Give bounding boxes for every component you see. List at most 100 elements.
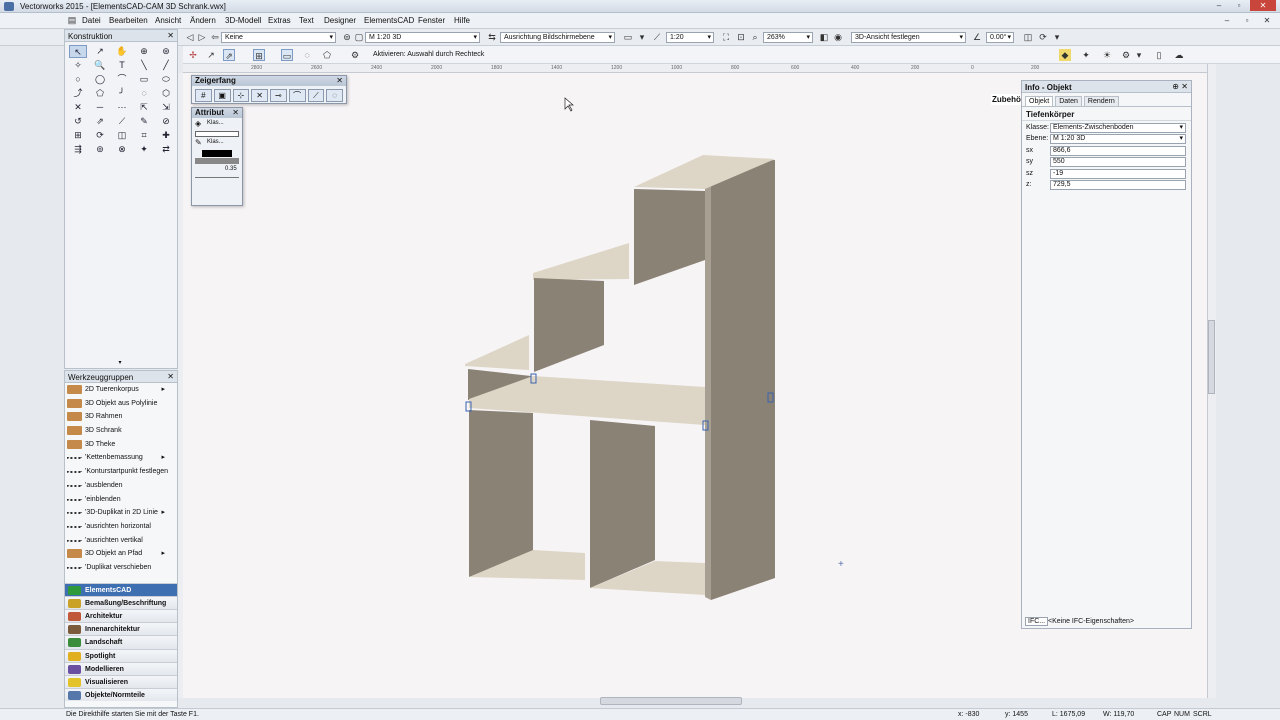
construction-tool-icon[interactable]: ↗ [91,45,109,58]
construction-tool-icon[interactable]: ↖ [69,45,87,58]
maximize-button[interactable]: ▫ [1230,0,1248,11]
navigation-icon[interactable]: ✦ [1080,49,1092,61]
object-info-icon[interactable]: ◆ [1059,49,1071,61]
flyover-icon[interactable]: ⟳ [1037,31,1049,43]
polygon-mode-icon[interactable]: ⬠ [321,49,333,61]
tool-list-item[interactable]: 'ausrichten vertikal [65,534,177,548]
menu-hilfe[interactable]: Hilfe [454,16,470,25]
construction-tool-icon[interactable]: ▭ [135,73,153,86]
construction-tool-icon[interactable]: ◯ [91,73,109,86]
horizontal-scroll-thumb[interactable] [600,697,742,705]
tool-list-item[interactable]: 'ausblenden [65,479,177,493]
document-icon[interactable]: ▤ [66,14,78,26]
tool-list-item[interactable]: 'Konturstartpunkt festlegen [65,465,177,479]
construction-tool-icon[interactable]: ⊕ [135,45,153,58]
tool-list-item[interactable]: 'einblenden [65,493,177,507]
pen-row[interactable]: ✎ Klas... [195,138,239,149]
left-side-panel[interactable] [469,410,533,577]
menu-text[interactable]: Text [299,16,314,25]
middle-back-panel[interactable] [534,278,604,372]
third-shelf[interactable] [465,335,529,370]
snap-button[interactable]: ⊸ [270,89,287,102]
tool-set-item[interactable]: Landschaft [65,635,177,649]
plane-icon[interactable]: ⇆ [486,31,498,43]
upper-back-panel[interactable] [634,189,705,285]
middle-divider[interactable] [590,420,655,588]
construction-tool-icon[interactable]: ╱ [157,59,175,72]
info-field-value[interactable]: 729,5 [1050,179,1186,190]
construction-tool-icon[interactable]: ✧ [69,59,87,72]
menu-ansicht[interactable]: Ansicht [155,16,181,25]
close-icon[interactable]: ✕ [336,76,343,86]
settings-menu-icon[interactable]: ▾ [1133,49,1145,61]
settings-icon[interactable]: ⚙ [1120,49,1132,61]
construction-tool-icon[interactable]: ⬭ [157,73,175,86]
resources-icon[interactable]: ☀ [1101,49,1113,61]
info-field-value[interactable]: Elements-Zwischenboden [1050,123,1186,133]
layer-options-icon[interactable]: ⊜ [341,31,353,43]
app-icon[interactable] [4,2,14,11]
tool-set-item[interactable]: Innenarchitektur [65,622,177,636]
construction-tool-icon[interactable]: ╯ [113,87,131,100]
construction-tool-icon[interactable]: ⇶ [69,143,87,156]
tool-set-item[interactable]: ElementsCAD [65,582,177,596]
snap-button[interactable]: ✕ [251,89,268,102]
close-window-button[interactable]: ✕ [1250,0,1276,11]
construction-tool-icon[interactable]: ⊚ [91,143,109,156]
opacity-bar[interactable] [195,158,239,164]
vertical-scroll-thumb[interactable] [1208,320,1215,394]
tool-list-item[interactable]: 2D Tuerenkorpus ▸ [65,383,177,397]
pin-icon[interactable]: ⊕ [1172,82,1179,91]
construction-tool-icon[interactable]: ╲ [135,59,153,72]
construction-tool-icon[interactable]: ✎ [135,115,153,128]
back-icon[interactable]: ◁ [184,31,196,43]
construction-tool-icon[interactable]: ⊘ [157,115,175,128]
accessory-label[interactable]: Zubehö [991,94,1022,105]
minimize-button[interactable]: – [1210,0,1228,11]
menu-elementscad[interactable]: ElementsCAD [364,16,414,25]
line-weight-row[interactable]: 0.35 [195,165,239,176]
info-field-value[interactable]: 550 [1050,157,1186,168]
construction-tool-icon[interactable]: ◫ [113,129,131,142]
zoom-icon[interactable]: ⌕ [749,31,761,43]
menu-datei[interactable]: Datei [82,16,101,25]
class-icon[interactable]: ⇦ [209,31,221,43]
fill-class-label[interactable]: Klas... [207,120,224,126]
construction-tool-icon[interactable]: ✦ [135,143,153,156]
menu-fenster[interactable]: Fenster [418,16,445,25]
tool-set-item[interactable]: Architektur [65,609,177,623]
construction-tool-icon[interactable]: ↺ [69,115,87,128]
tool-list-item[interactable]: 'Kettenbemassung ▸ [65,451,177,465]
group-select-icon[interactable]: ⊞ [253,49,265,61]
tab-rendern[interactable]: Rendern [1083,96,1119,106]
info-field-value[interactable]: -19 [1050,168,1186,179]
tab-objekt[interactable]: Objekt [1025,96,1054,106]
construction-tool-icon[interactable]: ○ [69,73,87,86]
menu-extras[interactable]: Extras [268,16,291,25]
menu-3d-modell[interactable]: 3D-Modell [225,16,261,25]
render-icon[interactable]: ☁ [1173,49,1185,61]
construction-tool-icon[interactable]: ✚ [157,129,175,142]
zoom-fit-icon[interactable]: ⊡ [735,31,747,43]
fill-swatch[interactable] [195,131,239,137]
working-plane-select[interactable]: Ausrichtung Bildschirmebene [500,32,615,43]
construction-tool-icon[interactable]: ⇄ [157,143,175,156]
angle-icon[interactable]: ∠ [971,31,983,43]
single-select-icon[interactable]: ↗ [205,49,217,61]
tool-list-item[interactable]: 3D Objekt aus Polylinie [65,397,177,411]
snap-button[interactable]: ⌒ [288,89,306,102]
construction-tool-icon[interactable]: ⤴ [69,87,87,100]
menu-designer[interactable]: Designer [324,16,356,25]
page-icon[interactable]: ▭ [622,31,634,43]
construction-tool-icon[interactable]: ⇗ [91,115,109,128]
construction-tool-icon[interactable]: ⟋ [113,115,131,128]
angle-field[interactable]: 0.00° [986,32,1014,43]
ifc-button[interactable]: IFC... [1025,617,1049,626]
class-select[interactable]: Keine [221,32,336,43]
close-icon[interactable]: ✕ [167,31,174,40]
info-field-value[interactable]: 866,6 [1050,145,1186,156]
construction-tool-icon[interactable]: ⇲ [157,101,175,114]
construction-tool-icon[interactable]: ✕ [69,101,87,114]
construction-tool-icon[interactable]: ⌗ [135,129,153,142]
view-menu-icon[interactable]: ▾ [1051,31,1063,43]
